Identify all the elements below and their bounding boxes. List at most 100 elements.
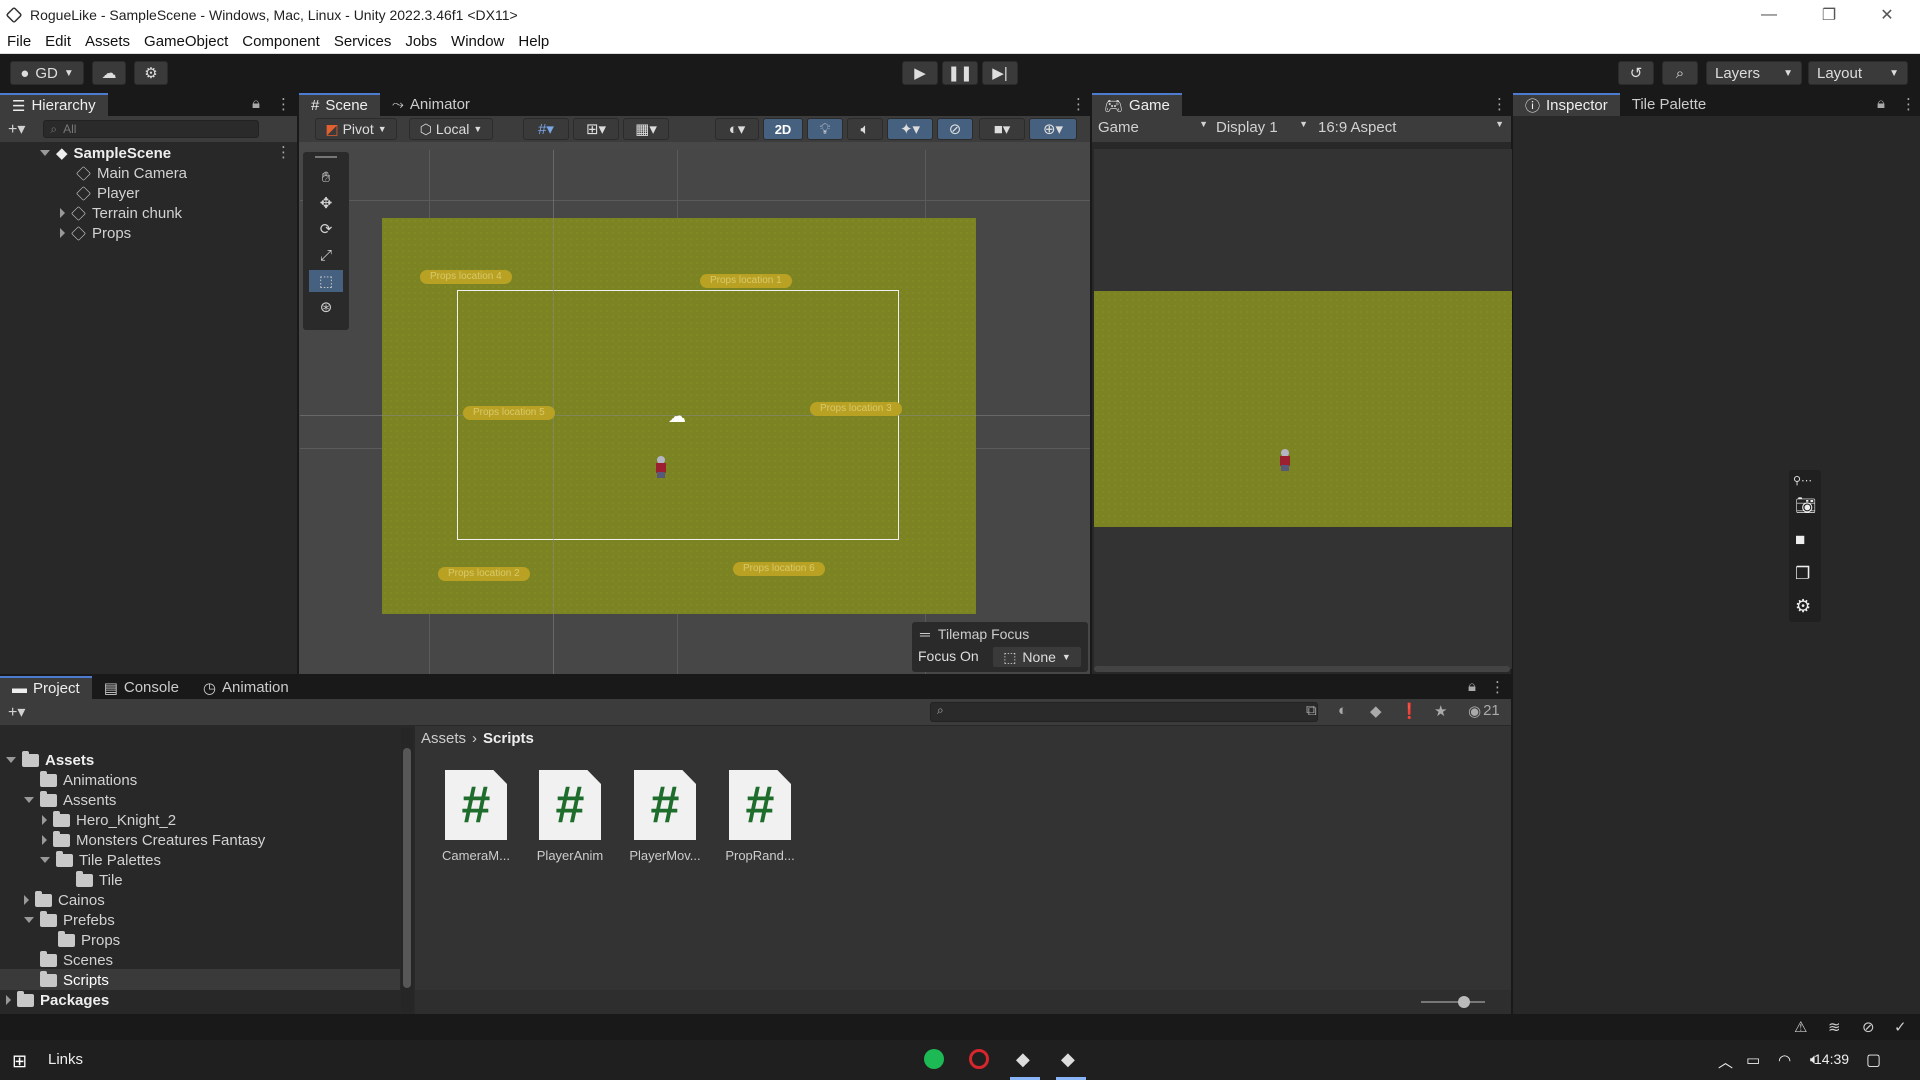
tab-console[interactable]: ▤ Console (92, 676, 191, 699)
tree-prefebs[interactable]: Prefebs (24, 910, 115, 930)
snap-grid-button[interactable]: #▾ (523, 118, 569, 140)
hand-tool[interactable]: ✋︎ (309, 166, 343, 188)
step-button[interactable]: ▶| (982, 61, 1018, 85)
video-camera-icon[interactable]: ■ (1795, 530, 1805, 550)
links-toolbar[interactable]: Links (48, 1051, 83, 1068)
project-search-input[interactable]: ⌕ (930, 702, 1318, 722)
tree-assents[interactable]: Assents (24, 790, 116, 810)
tree-hero-knight[interactable]: Hero_Knight_2 (42, 810, 176, 830)
menu-component[interactable]: Component (235, 33, 327, 50)
tree-assets[interactable]: Assets (6, 750, 94, 770)
layers-status-icon[interactable]: ≋ (1828, 1018, 1841, 1036)
menu-help[interactable]: Help (511, 33, 556, 50)
menu-file[interactable]: File (0, 33, 38, 50)
overlay-menu-icon[interactable]: ⚲⋯ (1793, 474, 1812, 487)
minimize-icon[interactable]: — (1746, 0, 1792, 30)
filter-type-icon[interactable]: ◐ (1338, 702, 1347, 719)
2d-toggle[interactable]: 2D (763, 118, 803, 140)
wifi-icon[interactable]: ◠ (1778, 1051, 1791, 1069)
display-dropdown[interactable]: Display 1 ▼ (1216, 119, 1308, 136)
script-icon[interactable]: # (634, 770, 696, 840)
scene-root[interactable]: ◆ SampleScene (40, 143, 171, 163)
pivot-dropdown[interactable]: ◩ Pivot ▼ (315, 118, 397, 140)
more-icon[interactable]: ⋮ (276, 95, 291, 113)
battery-icon[interactable]: ▭ (1746, 1051, 1760, 1069)
script-icon[interactable]: # (445, 770, 507, 840)
clock[interactable]: 14:39 (1814, 1051, 1849, 1067)
label-icon[interactable]: ◆ (1370, 702, 1382, 720)
player-sprite[interactable] (654, 456, 668, 478)
effects-toggle[interactable]: ✦▾ (887, 118, 933, 140)
rotate-tool[interactable]: ⟳ (309, 218, 343, 240)
scrollbar-thumb[interactable] (403, 748, 411, 988)
network-status-icon[interactable]: ⊘ (1862, 1018, 1875, 1036)
gear-icon[interactable]: ⚙ (1795, 596, 1811, 617)
more-icon[interactable]: ⋮ (1071, 95, 1086, 113)
more-icon[interactable]: ⋮ (1490, 678, 1505, 696)
rect-tool[interactable]: ⬚ (309, 270, 343, 292)
tab-scene[interactable]: # Scene (299, 93, 380, 116)
menu-jobs[interactable]: Jobs (398, 33, 444, 50)
tree-tile[interactable]: Tile (76, 870, 123, 890)
warning-icon[interactable]: ❗ (1400, 702, 1419, 720)
menu-services[interactable]: Services (327, 33, 399, 50)
props-location-2[interactable]: Props location 2 (438, 567, 530, 581)
tab-inspector[interactable]: ⓘ Inspector (1513, 93, 1620, 116)
hierarchy-item-player[interactable]: Player (76, 183, 140, 203)
tree-cainos[interactable]: Cainos (24, 890, 105, 910)
props-location-6[interactable]: Props location 6 (733, 562, 825, 576)
chevron-up-icon[interactable]: ︿ (1718, 1051, 1733, 1072)
props-location-1[interactable]: Props location 1 (700, 274, 792, 288)
game-scrollbar[interactable] (1094, 666, 1510, 672)
scene-viewport[interactable]: Props location 4 Props location 1 Props … (300, 150, 1090, 674)
tab-game[interactable]: 🎮︎ Game (1092, 93, 1182, 116)
tree-props[interactable]: Props (58, 930, 120, 950)
draw-mode-button[interactable]: ◐▾ (715, 118, 759, 140)
game-viewport[interactable] (1094, 149, 1512, 669)
hidden-packages-toggle[interactable]: ◉ 21 (1468, 702, 1500, 720)
window-icon[interactable]: ❐ (1795, 564, 1810, 584)
drag-handle[interactable] (315, 156, 337, 158)
undo-history-button[interactable]: ↺ (1618, 61, 1654, 85)
opera-icon[interactable] (969, 1049, 989, 1069)
windows-start-icon[interactable]: ⊞ (12, 1051, 27, 1072)
star-icon[interactable]: ★ (1434, 702, 1447, 720)
add-icon[interactable]: +▾ (8, 119, 25, 139)
drag-handle-icon[interactable]: ═ (920, 626, 930, 642)
lock-icon[interactable]: 🔒︎ (252, 95, 260, 112)
audio-toggle[interactable]: 🔈︎ (847, 118, 883, 140)
more-icon[interactable]: ⋮ (1492, 95, 1507, 113)
tree-monsters[interactable]: Monsters Creatures Fantasy (42, 830, 265, 850)
menu-edit[interactable]: Edit (38, 33, 78, 50)
layers-dropdown[interactable]: Layers ▼ (1706, 61, 1802, 85)
tree-tile-palettes[interactable]: Tile Palettes (40, 850, 161, 870)
grid-visibility-button[interactable]: ▦▾ (623, 118, 669, 140)
gizmos-button[interactable]: ⊕▾ (1029, 118, 1077, 140)
scene-more-icon[interactable]: ⋮ (276, 143, 291, 161)
slider-thumb[interactable] (1458, 996, 1470, 1008)
play-button[interactable]: ▶ (902, 61, 938, 85)
tree-animations[interactable]: Animations (40, 770, 137, 790)
camera-gizmo-icon[interactable]: ☁ (668, 406, 686, 427)
lock-icon[interactable]: 🔒︎ (1877, 95, 1885, 112)
visibility-toggle[interactable]: ⊘ (937, 118, 973, 140)
menu-assets[interactable]: Assets (78, 33, 137, 50)
layout-dropdown[interactable]: Layout ▼ (1808, 61, 1908, 85)
tree-packages[interactable]: Packages (6, 990, 109, 1010)
tree-scripts[interactable]: Scripts (40, 970, 109, 990)
check-icon[interactable]: ✓ (1894, 1018, 1907, 1036)
script-icon[interactable]: # (729, 770, 791, 840)
tree-scenes[interactable]: Scenes (40, 950, 113, 970)
transform-tool[interactable]: ⊛ (309, 296, 343, 318)
hierarchy-item-props[interactable]: Props (60, 223, 131, 243)
close-icon[interactable]: ✕ (1864, 0, 1910, 30)
restore-icon[interactable]: ❐ (1806, 0, 1852, 30)
unity-hub-icon[interactable]: ◆ (1016, 1049, 1030, 1070)
tab-tile-palette[interactable]: Tile Palette (1620, 93, 1718, 116)
scale-tool[interactable]: ⤢ (309, 244, 343, 266)
tab-animation[interactable]: ◷ Animation (191, 676, 301, 699)
notifications-icon[interactable]: ▢ (1866, 1050, 1881, 1070)
debug-icon[interactable]: ⚠︎ (1794, 1018, 1807, 1036)
lighting-toggle[interactable]: 💡︎ (807, 118, 843, 140)
props-location-4[interactable]: Props location 4 (420, 270, 512, 284)
